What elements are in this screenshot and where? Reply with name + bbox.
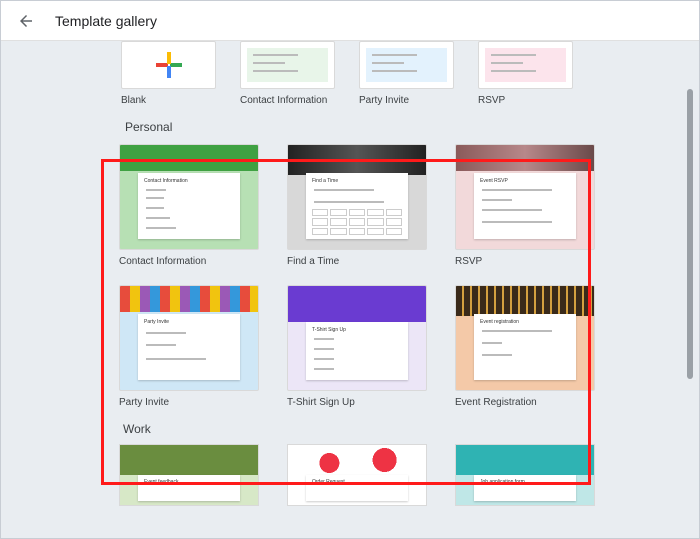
balloons-header: [120, 286, 258, 312]
personal-row-2: Party Invite Party Invite T-Shirt Sign U…: [119, 285, 699, 408]
template-label: Find a Time: [287, 256, 427, 267]
photo-header: [456, 286, 594, 316]
personal-row-1: Contact Information Contact Information: [119, 144, 699, 267]
template-thumb: Party Invite: [119, 285, 259, 391]
template-thumb: Find a Time: [287, 144, 427, 250]
template-label: T-Shirt Sign Up: [287, 397, 427, 408]
thumb-heading: Event feedback: [144, 479, 178, 485]
vertical-scrollbar[interactable]: [687, 89, 693, 379]
template-thumb-blank: [121, 41, 216, 89]
template-card-rsvp-small[interactable]: RSVP: [478, 41, 573, 106]
thumb-heading: Party Invite: [144, 319, 169, 325]
template-label: Event Registration: [455, 397, 595, 408]
template-card-contact[interactable]: Contact Information Contact Information: [119, 144, 259, 267]
section-title: Personal: [125, 120, 699, 134]
template-card-party[interactable]: Party Invite Party Invite: [119, 285, 259, 408]
photo-header: [456, 145, 594, 171]
template-label: Contact Information: [240, 95, 335, 106]
page-title: Template gallery: [55, 13, 157, 29]
template-card-rsvp[interactable]: Event RSVP RSVP: [455, 144, 595, 267]
template-card-findtime[interactable]: Find a Time Find a Time: [287, 144, 427, 267]
content: Blank Contact Information Party Invite: [1, 41, 699, 506]
template-card-party-small[interactable]: Party Invite: [359, 41, 454, 106]
thumb-heading: Contact Information: [144, 178, 188, 184]
template-card-blank[interactable]: Blank: [121, 41, 216, 106]
template-label: Party Invite: [359, 95, 454, 106]
thumb-heading: Job application form: [480, 479, 525, 485]
template-thumb: T-Shirt Sign Up: [287, 285, 427, 391]
template-card-jobapp[interactable]: Job application form: [455, 444, 595, 506]
template-thumb: [359, 41, 454, 89]
back-arrow-icon[interactable]: [17, 12, 35, 30]
template-card-order[interactable]: Order Request: [287, 444, 427, 506]
recently-used-row: Blank Contact Information Party Invite: [121, 41, 699, 106]
header: Template gallery: [1, 1, 699, 41]
template-label: Contact Information: [119, 256, 259, 267]
template-label: Party Invite: [119, 397, 259, 408]
template-card-tshirt[interactable]: T-Shirt Sign Up T-Shirt Sign Up: [287, 285, 427, 408]
photo-header: [288, 145, 426, 175]
template-label: RSVP: [455, 256, 595, 267]
template-thumb: [240, 41, 335, 89]
template-label: RSVP: [478, 95, 573, 106]
section-personal: Personal Contact Information: [111, 120, 699, 408]
template-gallery-window: Template gallery Blank Conta: [0, 0, 700, 539]
plus-icon: [156, 52, 182, 78]
thumb-heading: Find a Time: [312, 178, 338, 184]
work-row-1: Event feedback Order Request Job applica…: [119, 444, 699, 506]
template-thumb: Event RSVP: [455, 144, 595, 250]
thumb-heading: Event RSVP: [480, 178, 508, 184]
template-card-feedback[interactable]: Event feedback: [119, 444, 259, 506]
template-thumb: [478, 41, 573, 89]
scroll-area: Blank Contact Information Party Invite: [1, 41, 699, 538]
template-thumb: Contact Information: [119, 144, 259, 250]
thumb-heading: T-Shirt Sign Up: [312, 327, 346, 333]
section-title-work: Work: [123, 422, 699, 436]
template-thumb: Event registration: [455, 285, 595, 391]
template-card-eventreg[interactable]: Event registration Event Registration: [455, 285, 595, 408]
template-card-contact-small[interactable]: Contact Information: [240, 41, 335, 106]
template-label: Blank: [121, 95, 216, 106]
thumb-heading: Event registration: [480, 319, 519, 325]
thumb-heading: Order Request: [312, 479, 345, 485]
